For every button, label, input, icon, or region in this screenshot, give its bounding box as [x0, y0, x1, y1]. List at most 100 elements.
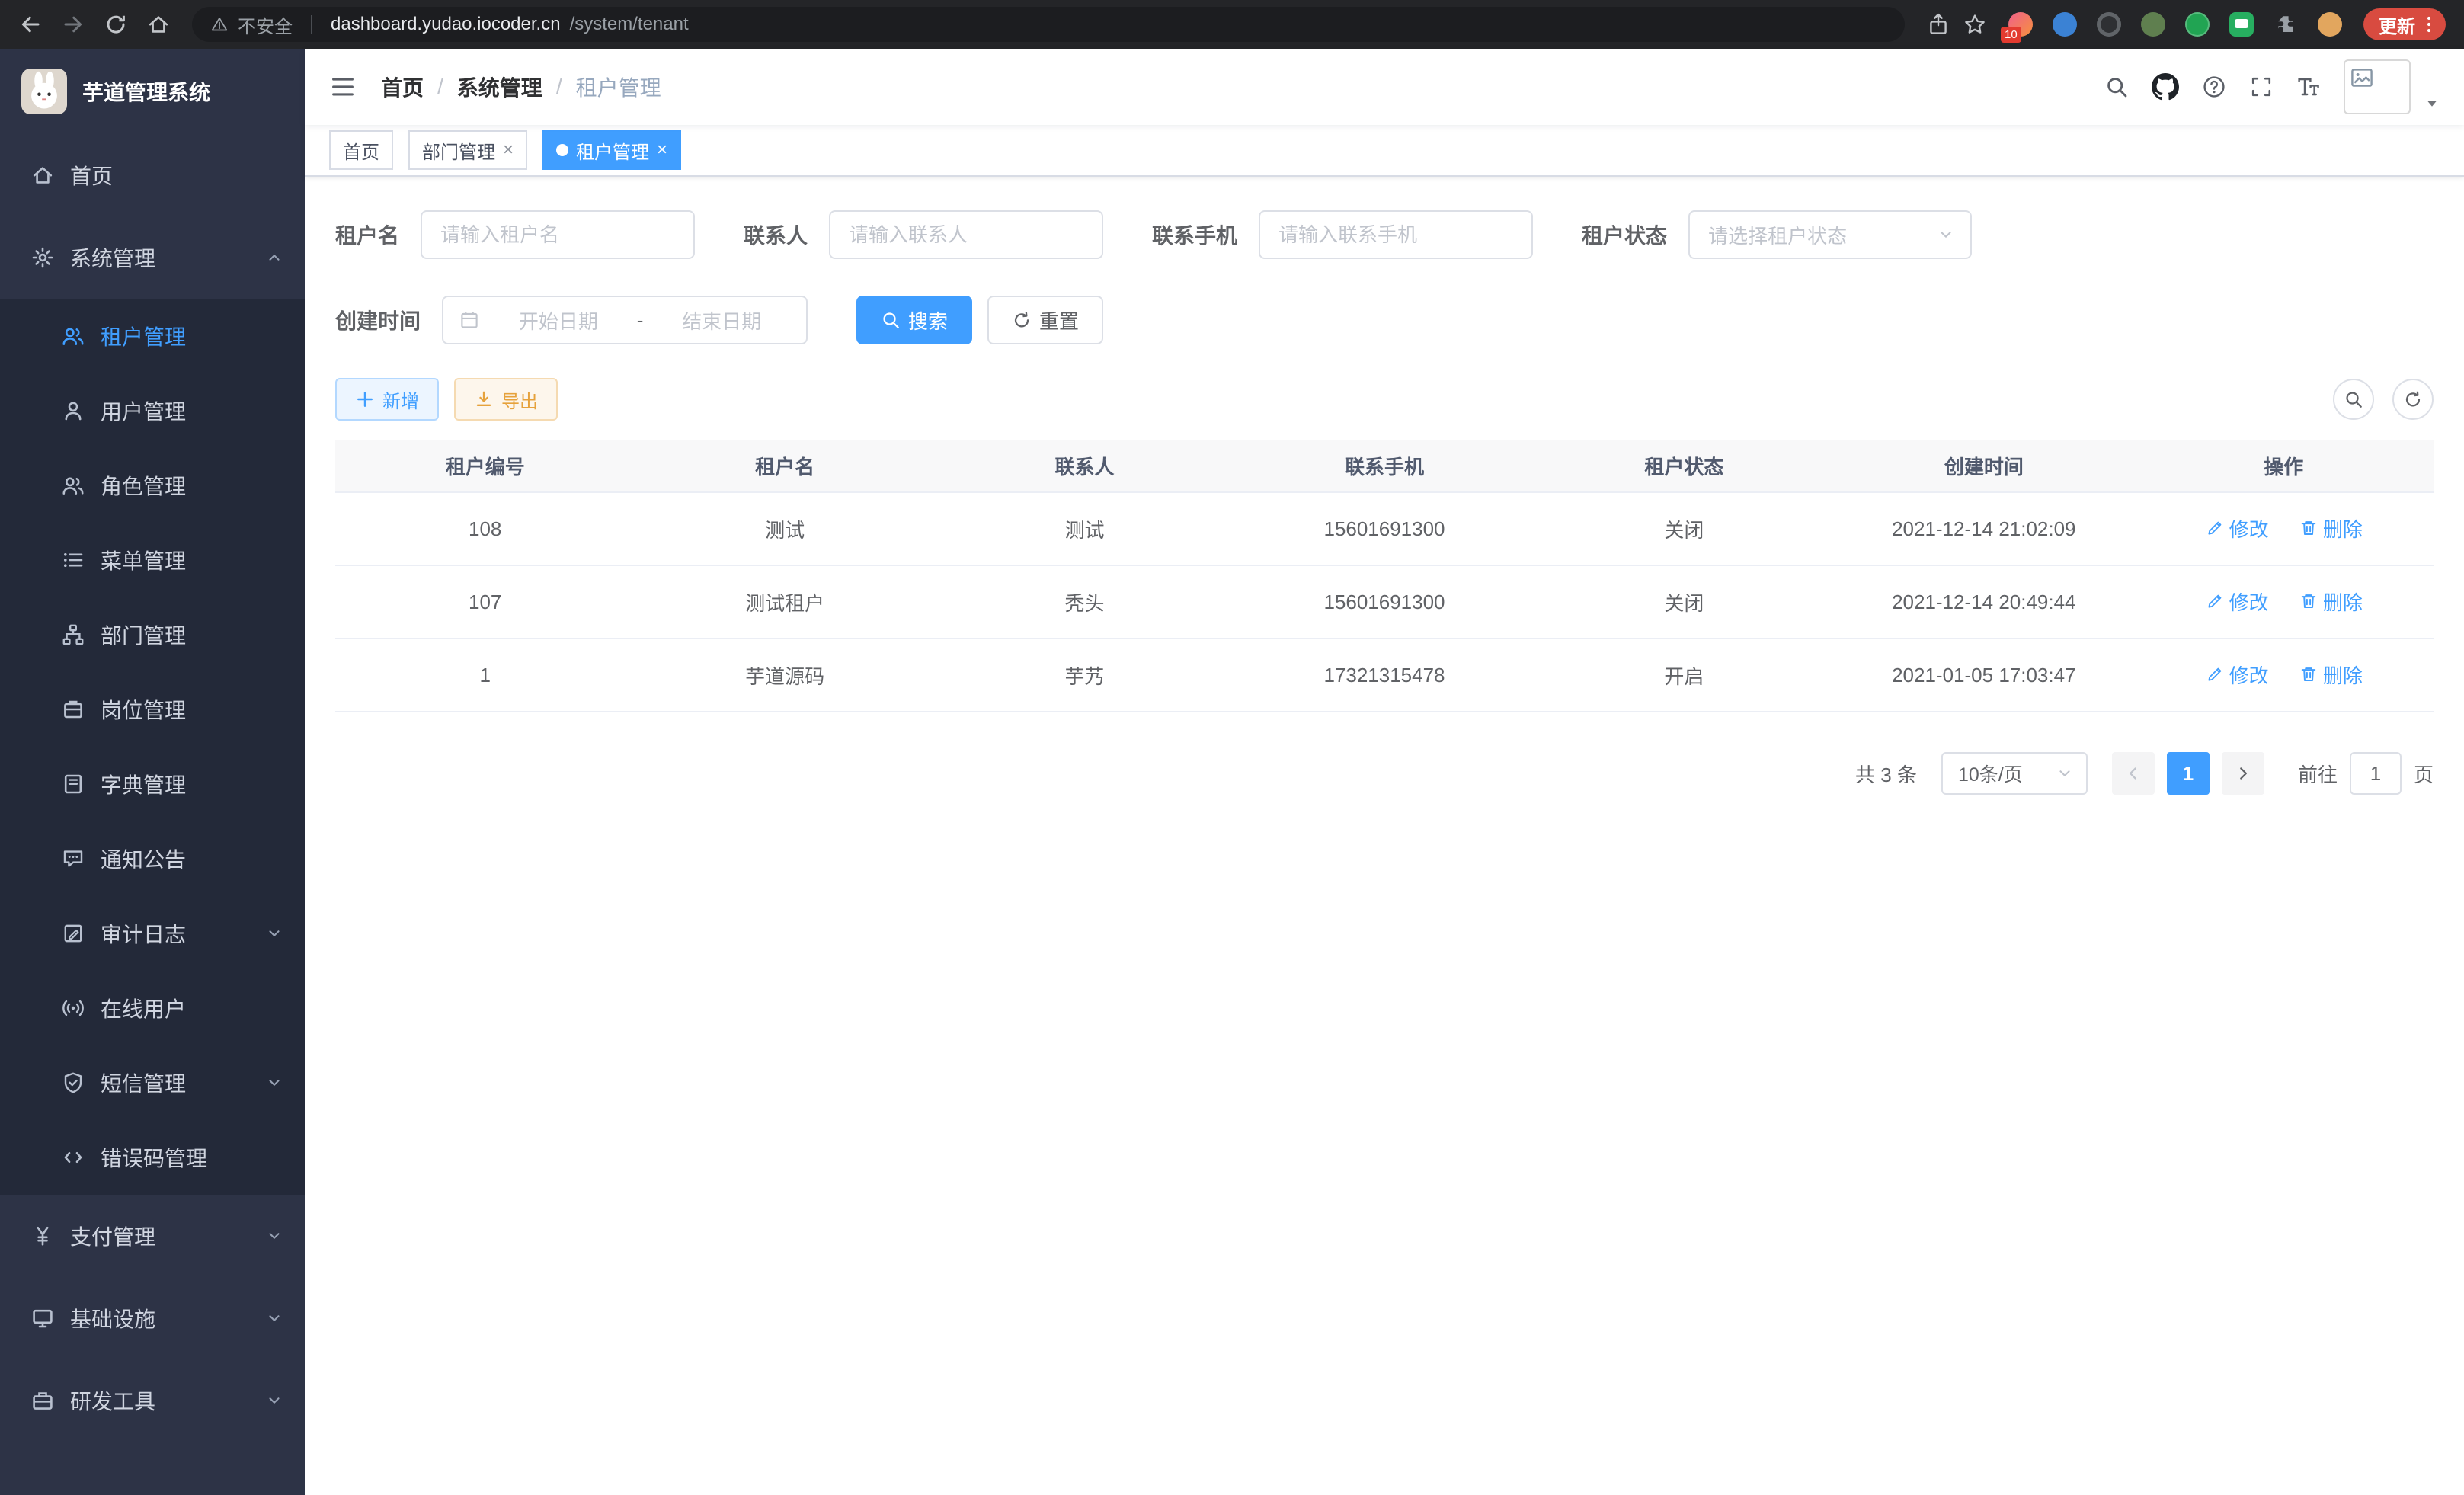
sidebar-item-dict[interactable]: 字典管理 [0, 747, 305, 821]
chevron-up-icon [265, 248, 283, 267]
sidebar-item-dept[interactable]: 部门管理 [0, 597, 305, 672]
tenant-status-select[interactable]: 请选择租户状态 [1688, 210, 1972, 259]
current-page-button[interactable]: 1 [2167, 752, 2210, 795]
sidebar-item-home[interactable]: 首页 [0, 134, 305, 216]
tab-tenant[interactable]: 租户管理× [542, 130, 681, 170]
start-date-placeholder[interactable]: 开始日期 [489, 306, 628, 335]
sidebar-item-user[interactable]: 用户管理 [0, 373, 305, 448]
browser-reload-icon[interactable] [104, 12, 128, 37]
avatar-caret-down-icon[interactable] [2424, 96, 2440, 111]
sidebar-item-role[interactable]: 角色管理 [0, 448, 305, 523]
browser-profile-avatar[interactable] [2318, 12, 2342, 37]
browser-back-icon[interactable] [18, 12, 43, 37]
tabs-bar: 首页 部门管理× 租户管理× [305, 125, 2464, 177]
tab-home[interactable]: 首页 [329, 130, 393, 170]
cell-phone: 17321315478 [1234, 639, 1534, 712]
sidebar-item-audit-log[interactable]: 审计日志 [0, 896, 305, 971]
tenant-name-input[interactable] [421, 210, 695, 259]
extension-icon-5[interactable] [2185, 12, 2210, 37]
goto-label: 前往 [2298, 760, 2338, 788]
create-time-range-picker[interactable]: 开始日期 - 结束日期 [442, 296, 808, 344]
delete-button[interactable]: 删除 [2299, 661, 2363, 689]
extension-icon-1[interactable]: 10 [2008, 12, 2033, 37]
search-button[interactable]: 搜索 [856, 296, 972, 344]
edit-button[interactable]: 修改 [2205, 514, 2269, 543]
extension-icon-2[interactable] [2053, 12, 2077, 37]
filter-row-1: 租户名 联系人 联系手机 租户状态 请选择租户状态 [335, 210, 2434, 259]
edit-button[interactable]: 修改 [2205, 587, 2269, 616]
add-button[interactable]: 新增 [335, 378, 439, 421]
signal-icon [61, 996, 85, 1020]
extension-icon-4[interactable] [2141, 12, 2165, 37]
browser-forward-icon[interactable] [61, 12, 85, 37]
monitor-icon [30, 1306, 55, 1330]
goto-page-input[interactable] [2350, 752, 2402, 795]
edit-pencil-icon [2205, 664, 2225, 684]
browser-home-icon[interactable] [146, 12, 171, 37]
sidebar-item-error-code[interactable]: 错误码管理 [0, 1120, 305, 1195]
chrome-update-button[interactable]: 更新 [2363, 8, 2446, 40]
extensions-puzzle-icon[interactable] [2274, 12, 2298, 37]
cell-tenant-id: 108 [335, 492, 635, 565]
breadcrumb-home[interactable]: 首页 [381, 72, 424, 102]
export-button[interactable]: 导出 [454, 378, 558, 421]
sidebar-item-dev-tools[interactable]: 研发工具 [0, 1359, 305, 1442]
screen: 不安全 dashboard.yudao.iocoder.cn/system/te… [0, 0, 2464, 1495]
extension-icon-3[interactable] [2097, 12, 2121, 37]
search-icon [881, 310, 901, 330]
font-size-icon[interactable] [2296, 75, 2321, 99]
next-page-button[interactable] [2222, 752, 2264, 795]
sidebar-item-payment[interactable]: 支付管理 [0, 1195, 305, 1277]
url-path: /system/tenant [570, 14, 689, 35]
end-date-placeholder[interactable]: 结束日期 [652, 306, 791, 335]
delete-button[interactable]: 删除 [2299, 514, 2363, 543]
cell-tenant-name: 测试 [635, 492, 934, 565]
delete-button[interactable]: 删除 [2299, 587, 2363, 616]
main-area: 首页 / 系统管理 / 租户管理 首页 部门管理× [305, 49, 2464, 1495]
sidebar-toggle-button[interactable] [329, 73, 357, 101]
sidebar-item-menu[interactable]: 菜单管理 [0, 523, 305, 597]
github-icon[interactable] [2152, 73, 2179, 101]
col-tenant-id: 租户编号 [335, 440, 635, 492]
sidebar-item-infra[interactable]: 基础设施 [0, 1277, 305, 1359]
navbar-actions [2104, 59, 2440, 114]
extension-icon-6[interactable] [2229, 12, 2254, 37]
user-avatar[interactable] [2344, 59, 2411, 114]
sidebar-item-sms[interactable]: 短信管理 [0, 1045, 305, 1120]
pagination-total: 共 3 条 [1855, 760, 1917, 788]
tab-dept[interactable]: 部门管理× [408, 130, 527, 170]
close-icon[interactable]: × [503, 141, 514, 159]
extension-badge: 10 [2001, 27, 2021, 43]
fullscreen-icon[interactable] [2249, 75, 2274, 99]
download-icon [474, 389, 494, 409]
address-bar[interactable]: 不安全 dashboard.yudao.iocoder.cn/system/te… [192, 7, 1905, 42]
refresh-table-button[interactable] [2392, 379, 2434, 420]
breadcrumb-separator: / [556, 75, 562, 99]
briefcase-icon [61, 697, 85, 722]
contact-input[interactable] [829, 210, 1103, 259]
reset-button[interactable]: 重置 [987, 296, 1103, 344]
browser-menu-kebab-icon[interactable] [2418, 14, 2440, 35]
breadcrumb-system[interactable]: 系统管理 [457, 72, 542, 102]
bookmark-star-icon[interactable] [1963, 12, 1987, 37]
page-size-select[interactable]: 10条/页 [1941, 752, 2088, 795]
edit-button[interactable]: 修改 [2205, 661, 2269, 689]
cell-status: 开启 [1534, 639, 1834, 712]
share-icon[interactable] [1926, 12, 1950, 37]
sidebar-item-tenant[interactable]: 租户管理 [0, 299, 305, 373]
phone-input[interactable] [1259, 210, 1533, 259]
sidebar-item-system[interactable]: 系统管理 [0, 216, 305, 299]
prev-page-button[interactable] [2112, 752, 2155, 795]
breadcrumb-separator: / [437, 75, 443, 99]
show-search-button[interactable] [2333, 379, 2374, 420]
help-question-icon[interactable] [2202, 75, 2226, 99]
cell-tenant-name: 测试租户 [635, 565, 934, 639]
sidebar-item-notice[interactable]: 通知公告 [0, 821, 305, 896]
close-icon[interactable]: × [657, 141, 667, 159]
search-icon[interactable] [2104, 75, 2129, 99]
sidebar-item-online-user[interactable]: 在线用户 [0, 971, 305, 1045]
sidebar-item-post[interactable]: 岗位管理 [0, 672, 305, 747]
cell-status: 关闭 [1534, 492, 1834, 565]
breadcrumb-current: 租户管理 [576, 72, 661, 102]
browser-nav-buttons [18, 12, 171, 37]
